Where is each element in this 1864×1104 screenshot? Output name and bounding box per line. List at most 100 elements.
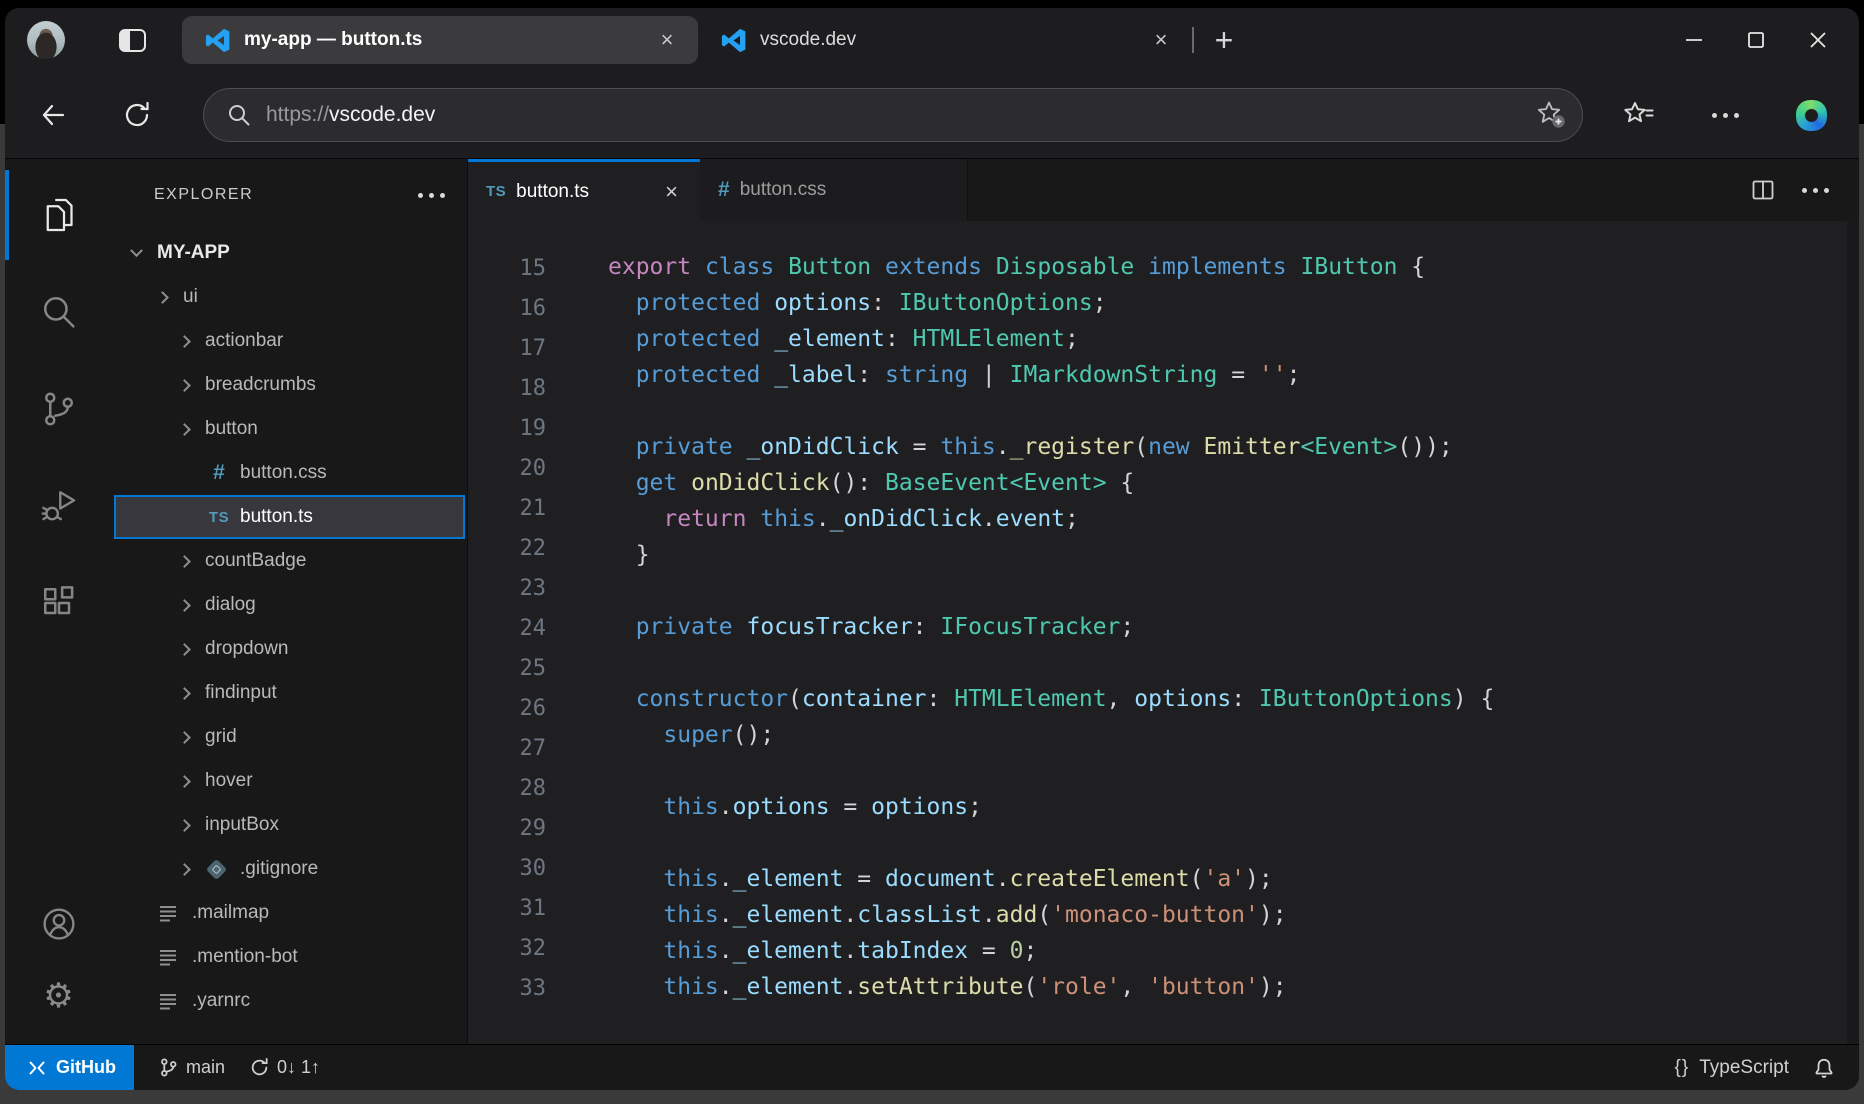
status-bar: GitHub main 0↓ 1↑ {} TypeScript [5, 1044, 1859, 1090]
code-line: super(); [608, 717, 1494, 753]
tree-item-dropdown[interactable]: dropdown [114, 627, 465, 671]
tree-item-hover[interactable]: hover [114, 759, 465, 803]
code-editor[interactable]: 15161718192021222324252627282930313233 e… [468, 221, 1859, 1044]
window-controls [1671, 8, 1841, 72]
tree-item-button.ts[interactable]: TS button.ts [114, 495, 465, 539]
line-number: 24 [468, 609, 546, 649]
tree-item-findinput[interactable]: findinput [114, 671, 465, 715]
code-line: get onDidClick(): BaseEvent<Event> { [608, 465, 1494, 501]
search-icon [226, 102, 252, 128]
editor-tab-label: button.ts [516, 181, 589, 203]
add-favorite-icon[interactable] [1534, 98, 1568, 132]
close-button[interactable] [1795, 18, 1841, 62]
settings-gear-icon[interactable]: ⚙ [35, 972, 83, 1020]
sync-status[interactable]: 0↓ 1↑ [249, 1057, 320, 1078]
address-bar[interactable]: https://vscode.dev [203, 88, 1583, 142]
favorites-bar-icon[interactable] [1617, 93, 1661, 137]
source-control-icon[interactable] [35, 385, 83, 433]
new-tab-button[interactable]: + [1204, 20, 1244, 60]
tab-close-icon[interactable]: × [1146, 25, 1176, 55]
chevron-right-icon [178, 643, 191, 656]
line-number: 33 [468, 969, 546, 1009]
run-debug-icon[interactable] [35, 482, 83, 530]
tab-actions-icon[interactable] [119, 29, 146, 52]
editor-tab-button-ts[interactable]: TS button.ts × [468, 159, 700, 221]
explorer-more-actions-icon[interactable] [418, 193, 445, 198]
browser-tab-inactive[interactable]: vscode.dev × [698, 25, 1190, 55]
line-number: 19 [468, 409, 546, 449]
chevron-right-icon [178, 335, 191, 348]
back-icon[interactable] [31, 93, 75, 137]
code-line: return this._onDidClick.event; [608, 501, 1494, 537]
text-file-icon [158, 948, 178, 966]
tree-item-ui[interactable]: ui [114, 275, 465, 319]
extensions-icon[interactable] [35, 579, 83, 627]
line-number: 29 [468, 809, 546, 849]
line-number: 21 [468, 489, 546, 529]
typescript-file-icon: TS [206, 509, 232, 526]
tree-item-button.css[interactable]: #button.css [114, 451, 465, 495]
tree-item-MY-APP[interactable]: MY-APP [114, 231, 465, 275]
search-view-icon[interactable] [35, 288, 83, 336]
chevron-right-icon [178, 379, 191, 392]
code-line: protected _label: string | IMarkdownStri… [608, 357, 1494, 393]
editor-tab-bar: TS button.ts × # button.css [468, 159, 1859, 221]
explorer-tree: MY-APPuiactionbarbreadcrumbsbutton#butto… [112, 231, 467, 1044]
tree-item-label: hover [205, 770, 253, 792]
line-number: 27 [468, 729, 546, 769]
editor-tab-button-css[interactable]: # button.css [700, 159, 968, 221]
tree-item-dialog[interactable]: dialog [114, 583, 465, 627]
sync-counts: 0↓ 1↑ [277, 1057, 320, 1078]
tree-item-dot-yarnrc[interactable]: .yarnrc [114, 979, 465, 1023]
chevron-right-icon [178, 731, 191, 744]
refresh-icon[interactable] [115, 93, 159, 137]
tree-item-label: button.ts [240, 506, 313, 528]
editor-scrollbar[interactable] [1847, 221, 1859, 1044]
tree-item-label: dropdown [205, 638, 288, 660]
minimize-button[interactable] [1671, 18, 1717, 62]
branch-status[interactable]: main [158, 1057, 225, 1078]
explorer-sidebar: EXPLORER MY-APPuiactionbarbreadcrumbsbut… [112, 159, 467, 1044]
editor-more-actions-icon[interactable] [1802, 188, 1829, 193]
tree-item-breadcrumbs[interactable]: breadcrumbs [114, 363, 465, 407]
explorer-view-icon[interactable] [35, 191, 83, 239]
tree-item-dot-gitignore[interactable]: .gitignore [114, 847, 465, 891]
code-line: protected options: IButtonOptions; [608, 285, 1494, 321]
screen: my-app — button.ts × vscode.dev × + [0, 0, 1864, 1104]
language-mode[interactable]: TypeScript [1699, 1057, 1789, 1079]
tree-item-actionbar[interactable]: actionbar [114, 319, 465, 363]
tree-item-dot-mailmap[interactable]: .mailmap [114, 891, 465, 935]
sidebar-header: EXPLORER [112, 159, 467, 231]
line-number: 16 [468, 289, 546, 329]
tab-close-icon[interactable]: × [652, 25, 682, 55]
tree-item-dot-mention-bot[interactable]: .mention-bot [114, 935, 465, 979]
tree-item-countBadge[interactable]: countBadge [114, 539, 465, 583]
status-bar-right: {} TypeScript [1675, 1057, 1859, 1079]
line-number: 23 [468, 569, 546, 609]
code-line: this._element.tabIndex = 0; [608, 933, 1494, 969]
remote-indicator[interactable]: GitHub [5, 1045, 134, 1090]
chevron-right-icon [156, 291, 169, 304]
code-line: export class Button extends Disposable i… [608, 249, 1494, 285]
editor-tab-close-icon[interactable]: × [661, 177, 682, 207]
tree-item-label: .gitignore [240, 858, 318, 880]
tree-item-button[interactable]: button [114, 407, 465, 451]
git-file-icon [206, 858, 227, 879]
profile-avatar[interactable] [27, 21, 65, 59]
line-number: 20 [468, 449, 546, 489]
browser-tab-active[interactable]: my-app — button.ts × [182, 16, 698, 64]
copilot-icon[interactable] [1789, 93, 1833, 137]
maximize-button[interactable] [1733, 18, 1779, 62]
split-editor-icon[interactable] [1750, 177, 1776, 203]
notifications-bell-icon[interactable] [1813, 1057, 1835, 1079]
tree-item-grid[interactable]: grid [114, 715, 465, 759]
tree-item-inputBox[interactable]: inputBox [114, 803, 465, 847]
account-icon[interactable] [35, 900, 83, 948]
chevron-right-icon [178, 819, 191, 832]
tab-title: vscode.dev [760, 29, 856, 51]
tree-item-label: button.css [240, 462, 327, 484]
text-file-icon [158, 992, 178, 1010]
vscode-logo-icon [720, 27, 747, 54]
tree-item-label: findinput [205, 682, 277, 704]
browser-menu-icon[interactable] [1703, 93, 1747, 137]
